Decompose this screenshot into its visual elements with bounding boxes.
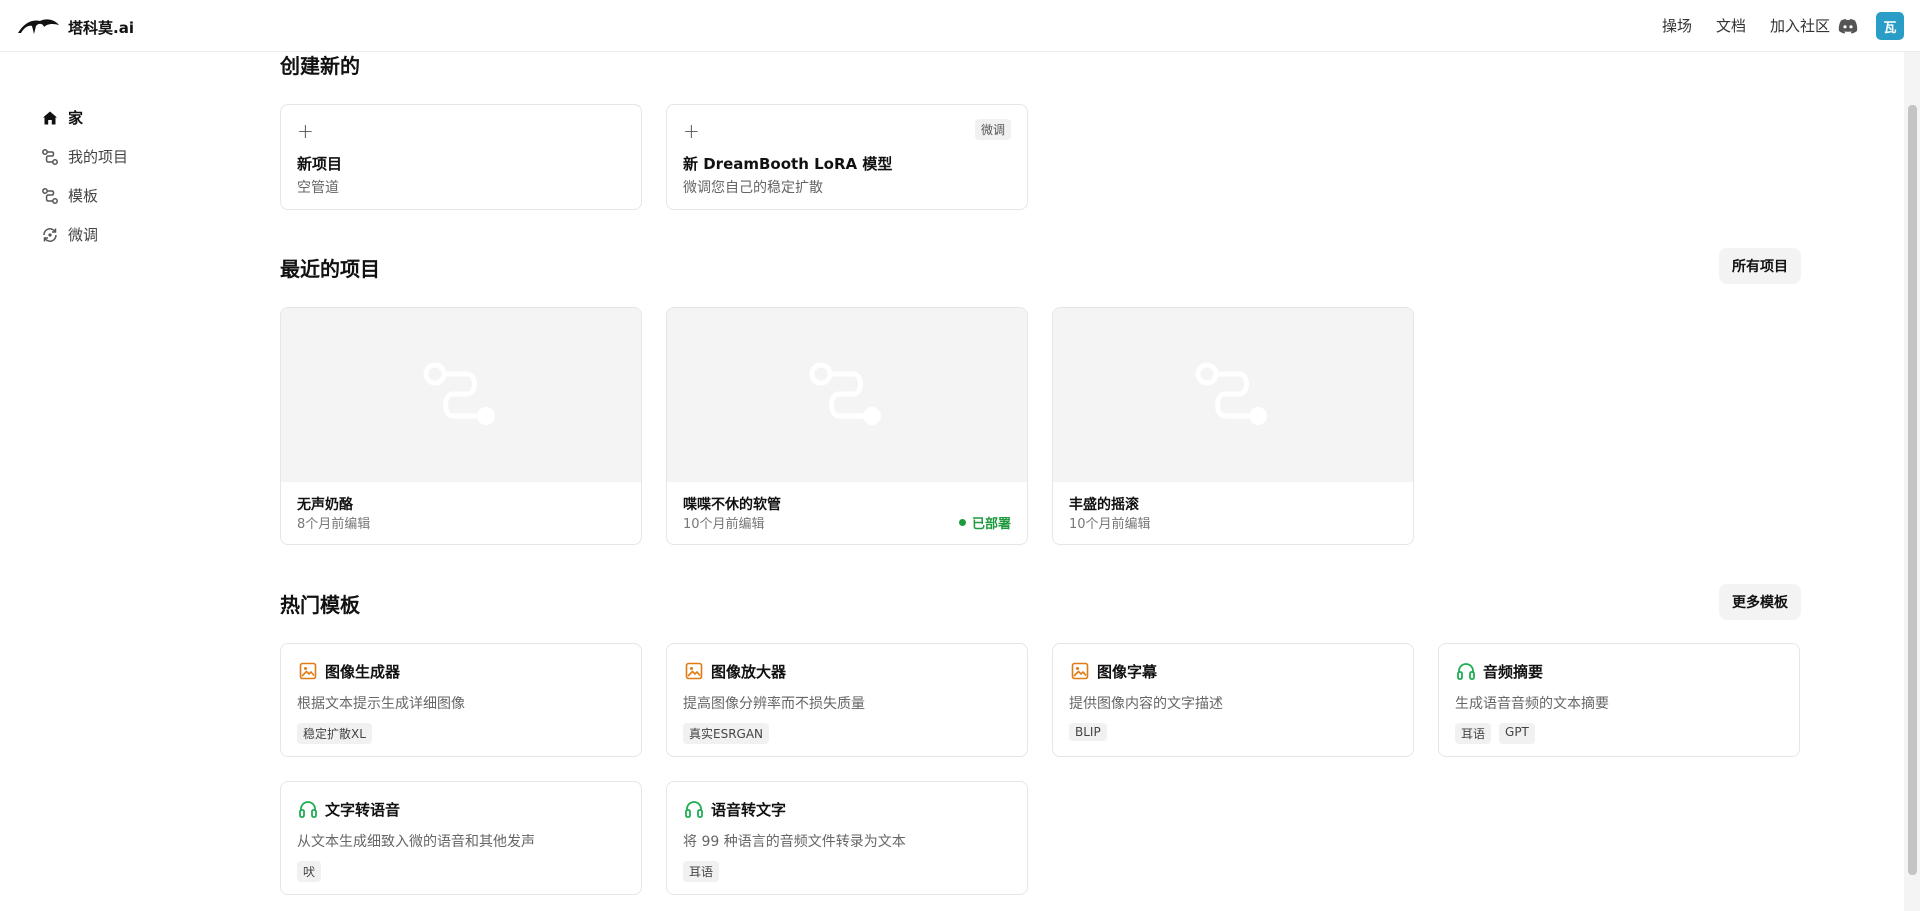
pipeline-icon — [40, 186, 60, 206]
template-tags: 耳语 — [683, 861, 720, 882]
image-icon — [297, 660, 319, 682]
template-card-text-to-speech[interactable]: 文字转语音 从文本生成细致入微的语音和其他发声 吠 — [280, 781, 642, 895]
card-subtitle: 微调您自己的稳定扩散 — [683, 180, 823, 196]
sidebar-item-label: 家 — [68, 109, 84, 127]
sidebar: 家 我的项目 模板 微调 — [40, 98, 240, 254]
nav-docs[interactable]: 文档 — [1716, 12, 1746, 40]
card-title: 新 DreamBooth LoRA 模型 — [683, 155, 893, 173]
image-icon — [683, 660, 705, 682]
more-templates-button[interactable]: 更多模板 — [1719, 584, 1801, 620]
nav-join-community[interactable]: 加入社区 — [1770, 12, 1830, 40]
template-tags: 真实ESRGAN — [683, 723, 770, 744]
plus-icon: + — [683, 119, 700, 143]
headphones-icon — [1455, 660, 1477, 682]
avatar[interactable]: 瓦 — [1876, 12, 1904, 40]
template-title: 图像字幕 — [1097, 663, 1158, 681]
project-card[interactable]: 喋喋不休的软管 10个月前编辑 已部署 — [666, 307, 1028, 545]
scrollbar-thumb[interactable] — [1908, 105, 1917, 875]
template-title: 音频摘要 — [1483, 663, 1544, 681]
project-name: 丰盛的摇滚 — [1069, 497, 1139, 513]
template-tags: 吠 — [297, 861, 322, 882]
project-thumbnail — [1053, 308, 1413, 482]
card-title: 新项目 — [297, 155, 343, 173]
status-dot-icon — [958, 519, 966, 526]
tag: 耳语 — [683, 861, 720, 882]
new-project-card[interactable]: + 新项目 空管道 — [280, 104, 642, 210]
sidebar-item-fine-tune[interactable]: 微调 — [40, 215, 240, 254]
pipeline-icon — [423, 362, 495, 425]
pipeline-icon — [1195, 362, 1267, 425]
template-tags: BLIP — [1069, 723, 1107, 741]
tag: 真实ESRGAN — [683, 723, 770, 744]
template-description: 将 99 种语言的音频文件转录为文本 — [683, 834, 906, 850]
template-card-image-upscaler[interactable]: 图像放大器 提高图像分辨率而不损失质量 真实ESRGAN — [666, 643, 1028, 757]
new-lora-model-card[interactable]: + 微调 新 DreamBooth LoRA 模型 微调您自己的稳定扩散 — [666, 104, 1028, 210]
top-bar: 塔科莫.ai 操场 文档 加入社区 瓦 — [0, 0, 1920, 52]
project-name: 喋喋不休的软管 — [683, 497, 781, 513]
project-edited: 10个月前编辑 — [683, 517, 765, 532]
template-title: 图像生成器 — [325, 663, 401, 681]
refresh-icon — [40, 225, 60, 245]
template-description: 生成语音音频的文本摘要 — [1455, 696, 1609, 712]
create-section-title: 创建新的 — [280, 54, 360, 78]
deployed-status: 已部署 — [958, 513, 1011, 532]
headphones-icon — [297, 798, 319, 820]
project-edited: 10个月前编辑 — [1069, 517, 1151, 532]
template-description: 提高图像分辨率而不损失质量 — [683, 696, 865, 712]
sidebar-item-home[interactable]: 家 — [40, 98, 240, 137]
recent-projects-title: 最近的项目 — [280, 257, 380, 281]
headphones-icon — [683, 798, 705, 820]
template-card-speech-to-text[interactable]: 语音转文字 将 99 种语言的音频文件转录为文本 耳语 — [666, 781, 1028, 895]
template-card-image-caption[interactable]: 图像字幕 提供图像内容的文字描述 BLIP — [1052, 643, 1414, 757]
template-card-audio-summary[interactable]: 音频摘要 生成语音音频的文本摘要 耳语 GPT — [1438, 643, 1800, 757]
sidebar-item-my-projects[interactable]: 我的项目 — [40, 137, 240, 176]
sidebar-item-templates[interactable]: 模板 — [40, 176, 240, 215]
sidebar-item-label: 我的项目 — [68, 148, 129, 166]
home-icon — [40, 108, 60, 128]
template-tags: 耳语 GPT — [1455, 723, 1535, 744]
plus-icon: + — [297, 119, 314, 143]
brand[interactable]: 塔科莫.ai — [16, 15, 134, 39]
template-title: 语音转文字 — [711, 801, 787, 819]
discord-icon[interactable] — [1838, 18, 1858, 34]
image-icon — [1069, 660, 1091, 682]
tag: 吠 — [297, 861, 322, 882]
tag: GPT — [1499, 723, 1535, 744]
template-card-image-generator[interactable]: 图像生成器 根据文本提示生成详细图像 稳定扩散XL — [280, 643, 642, 757]
project-card[interactable]: 丰盛的摇滚 10个月前编辑 — [1052, 307, 1414, 545]
template-tags: 稳定扩散XL — [297, 723, 372, 744]
sidebar-item-label: 模板 — [68, 187, 99, 205]
tag: 稳定扩散XL — [297, 723, 372, 744]
pipeline-icon — [40, 147, 60, 167]
logo-icon — [16, 15, 60, 39]
popular-templates-title: 热门模板 — [280, 593, 360, 617]
project-thumbnail — [667, 308, 1027, 482]
project-card[interactable]: 无声奶酪 8个月前编辑 — [280, 307, 642, 545]
template-title: 文字转语音 — [325, 801, 401, 819]
tag: BLIP — [1069, 723, 1107, 741]
card-subtitle: 空管道 — [297, 180, 339, 196]
sidebar-item-label: 微调 — [68, 226, 99, 244]
template-description: 根据文本提示生成详细图像 — [297, 696, 465, 712]
brand-name: 塔科莫.ai — [68, 18, 134, 37]
top-nav: 操场 文档 加入社区 瓦 — [1662, 12, 1904, 40]
project-thumbnail — [281, 308, 641, 482]
template-description: 从文本生成细致入微的语音和其他发声 — [297, 834, 535, 850]
tag: 耳语 — [1455, 723, 1492, 744]
project-edited: 8个月前编辑 — [297, 517, 371, 532]
pipeline-icon — [809, 362, 881, 425]
project-name: 无声奶酪 — [297, 497, 353, 513]
template-description: 提供图像内容的文字描述 — [1069, 696, 1223, 712]
status-label: 已部署 — [971, 517, 1011, 532]
nav-playground[interactable]: 操场 — [1662, 12, 1692, 40]
all-projects-button[interactable]: 所有项目 — [1719, 248, 1801, 284]
fine-tune-badge: 微调 — [974, 119, 1011, 140]
template-title: 图像放大器 — [711, 663, 787, 681]
